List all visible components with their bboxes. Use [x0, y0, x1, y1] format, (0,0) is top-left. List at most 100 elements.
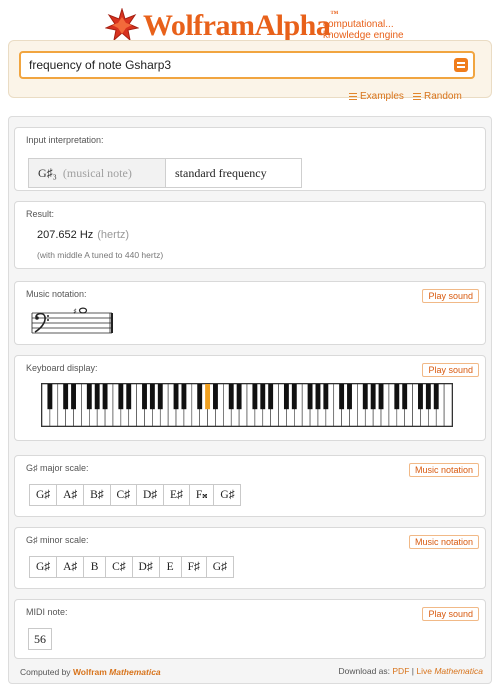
play-sound-button[interactable]: Play sound: [422, 607, 479, 621]
music-notation-button[interactable]: Music notation: [408, 463, 479, 477]
random-link[interactable]: Random: [413, 91, 462, 102]
music-notation-button[interactable]: Music notation: [408, 535, 479, 549]
pod-result: Result: 207.652 Hz (hertz) (with middle A…: [14, 201, 486, 269]
pod-major-scale: G♯ major scale: Music notation G♯ A♯ B♯ …: [14, 455, 486, 517]
piano-black-key: [236, 384, 242, 410]
piano-keys: [41, 383, 453, 427]
piano-black-key: [94, 384, 100, 410]
piano-black-key: [307, 384, 313, 410]
play-sound-button[interactable]: Play sound: [422, 289, 479, 303]
interp-property-cell: standard frequency: [166, 158, 302, 188]
midi-value: 56: [28, 628, 52, 650]
piano-black-key: [149, 384, 155, 410]
scale-note: C♯: [105, 556, 133, 578]
result-footnote: (with middle A tuned to 440 hertz): [37, 250, 164, 260]
piano-black-key: [323, 384, 329, 410]
pod-input-interpretation: Input interpretation: G♯₃ (musical note) …: [14, 127, 486, 191]
live-mathematica-link[interactable]: Live Mathematica: [416, 666, 483, 676]
scale-note: F𝄪: [188, 484, 215, 506]
piano-black-key: [71, 384, 76, 410]
pod-title: Keyboard display:: [26, 363, 98, 373]
piano-black-key: [283, 384, 289, 410]
piano-black-key: [339, 384, 345, 410]
result-value: 207.652 Hz (hertz): [37, 229, 130, 241]
pod-music-notation: Music notation: Play sound ♯: [14, 281, 486, 345]
pod-keyboard-display: Keyboard display: Play sound: [14, 355, 486, 441]
scale-note: B♯: [83, 484, 111, 506]
piano-black-key: [213, 384, 218, 410]
scale-note: D♯: [131, 556, 160, 578]
piano-keyboard: [41, 383, 453, 427]
piano-black-key: [173, 384, 179, 410]
pdf-link[interactable]: PDF: [392, 666, 409, 676]
search-panel: [8, 40, 492, 98]
pod-midi-note: MIDI note: Play sound 56: [14, 599, 486, 659]
piano-black-key: [347, 384, 352, 410]
results-container: Input interpretation: G♯₃ (musical note) …: [8, 116, 492, 684]
piano-black-key: [86, 384, 92, 410]
mathematica-link[interactable]: Mathematica: [109, 667, 161, 677]
major-scale-row: G♯ A♯ B♯ C♯ D♯ E♯ F𝄪 G♯: [29, 484, 242, 506]
piano-black-key: [402, 384, 408, 410]
piano-black-key: [142, 384, 147, 410]
scale-note: A♯: [56, 484, 85, 506]
computed-by: Computed by Wolfram Mathematica: [20, 667, 161, 677]
logo-wordmark: WolframAlpha™: [143, 9, 338, 42]
list-icon: [413, 93, 421, 100]
examples-link[interactable]: Examples: [349, 91, 404, 102]
piano-black-key: [370, 384, 376, 410]
piano-black-key: [181, 384, 187, 410]
piano-black-key: [268, 384, 274, 410]
play-sound-button[interactable]: Play sound: [422, 363, 479, 377]
search-box: [19, 51, 475, 79]
pod-title: Input interpretation:: [26, 135, 104, 145]
pod-title: MIDI note:: [26, 607, 68, 617]
piano-black-key: [394, 384, 400, 410]
svg-text:♯: ♯: [73, 307, 77, 316]
scale-note: F♯: [180, 556, 207, 578]
piano-black-key: [315, 384, 321, 410]
piano-black-key: [63, 384, 69, 410]
piano-black-key: [47, 384, 53, 410]
piano-black-key: [228, 384, 234, 410]
pod-title: Result:: [26, 209, 55, 219]
piano-black-key: [126, 384, 132, 410]
piano-black-key: [291, 384, 297, 410]
scale-note: E: [158, 556, 182, 578]
minor-scale-row: G♯ A♯ B C♯ D♯ E F♯ G♯: [29, 556, 234, 578]
piano-black-key: [157, 384, 163, 410]
piano-black-key: [252, 384, 258, 410]
scale-note: G♯: [29, 484, 58, 506]
logo-tagline: computational... knowledge engine: [323, 19, 404, 41]
scale-note: G♯: [205, 556, 234, 578]
piano-black-key: [118, 384, 124, 410]
pod-title: G♯ major scale:: [26, 463, 89, 473]
spikey-logo-icon: [105, 8, 139, 42]
scale-note: G♯: [213, 484, 242, 506]
piano-black-key: [197, 384, 203, 410]
bass-clef-staff: ♯: [31, 307, 113, 334]
scale-note: G♯: [29, 556, 58, 578]
piano-black-key: [102, 384, 108, 410]
scale-note: B: [83, 556, 107, 578]
pod-minor-scale: G♯ minor scale: Music notation G♯ A♯ B C…: [14, 527, 486, 589]
piano-white-key: [443, 383, 453, 427]
interp-note-cell: G♯₃ (musical note): [28, 158, 166, 188]
piano-black-key: [433, 384, 439, 410]
download-links: Download as: PDF | Live Mathematica: [338, 666, 484, 676]
piano-black-key: [378, 384, 384, 410]
pod-title: Music notation:: [26, 289, 87, 299]
piano-black-key: [418, 384, 423, 410]
scale-note: E♯: [163, 484, 190, 506]
equals-icon[interactable]: [454, 58, 468, 72]
scale-note: A♯: [56, 556, 85, 578]
list-icon: [349, 93, 357, 100]
search-input[interactable]: [29, 57, 449, 73]
piano-black-key: [260, 384, 266, 410]
scale-note: D♯: [135, 484, 165, 506]
scale-note: C♯: [109, 484, 137, 506]
piano-black-key: [425, 384, 431, 410]
pod-title: G♯ minor scale:: [26, 535, 89, 545]
wolfram-link[interactable]: Wolfram: [73, 667, 107, 677]
piano-black-key: [362, 384, 368, 410]
